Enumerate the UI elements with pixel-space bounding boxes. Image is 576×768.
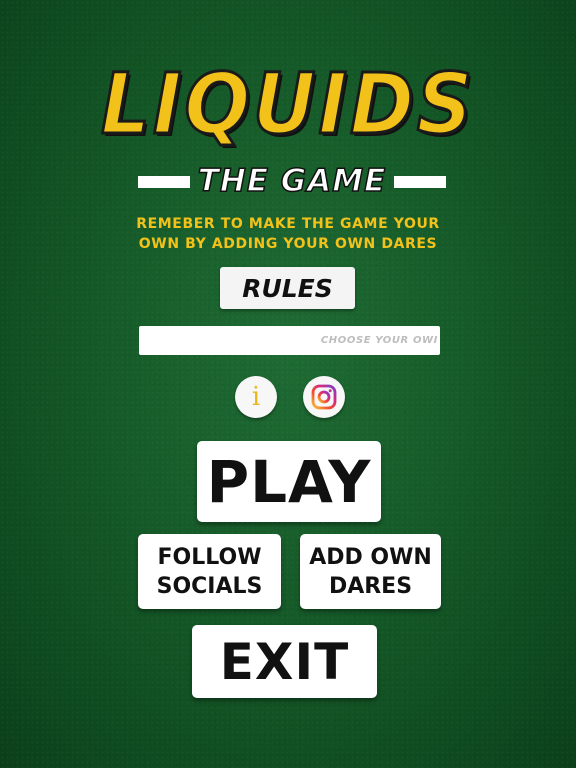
- instagram-button[interactable]: [303, 376, 345, 418]
- follow-socials-line-1: FOLLOW: [157, 544, 262, 570]
- subtitle-row: THE GAME: [138, 162, 446, 200]
- instagram-icon: [311, 384, 337, 410]
- game-subtitle: THE GAME: [197, 162, 387, 200]
- follow-socials-button[interactable]: FOLLOW SOCIALS: [138, 534, 281, 609]
- exit-button[interactable]: EXIT: [192, 625, 377, 698]
- info-icon: i: [251, 382, 261, 412]
- tagline-line-1: REMEBER TO MAKE THE GAME YOUR: [136, 216, 440, 232]
- subtitle-bar-left: [138, 176, 190, 188]
- info-button[interactable]: i: [235, 376, 277, 418]
- rules-button[interactable]: RULES: [220, 267, 355, 309]
- follow-socials-line-2: SOCIALS: [156, 573, 263, 599]
- game-title: LIQUIDS: [99, 55, 476, 153]
- play-button[interactable]: PLAY: [197, 441, 381, 522]
- add-own-dares-button[interactable]: ADD OWN DARES: [300, 534, 441, 609]
- subtitle-bar-right: [394, 176, 446, 188]
- tagline: REMEBER TO MAKE THE GAME YOUR OWN BY ADD…: [0, 214, 576, 254]
- tagline-line-2: OWN BY ADDING YOUR OWN DARES: [138, 236, 438, 252]
- custom-dare-input[interactable]: [139, 326, 440, 355]
- add-own-dares-line-1: ADD OWN: [309, 544, 432, 570]
- add-own-dares-line-2: DARES: [328, 573, 413, 599]
